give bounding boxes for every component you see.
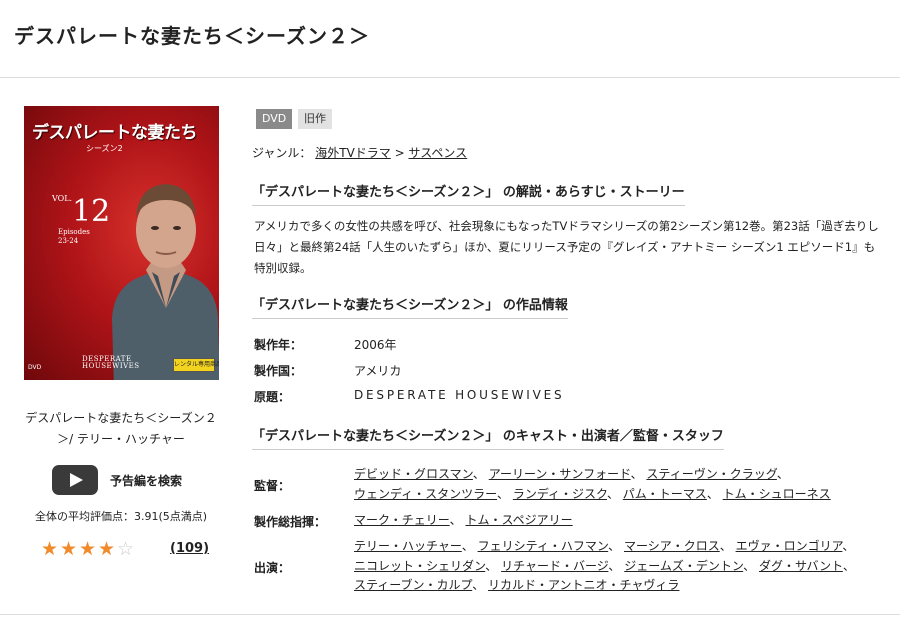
cover-dvd-mark: DVD [28, 364, 42, 371]
country-label: 製作国： [254, 364, 303, 378]
cast-label: 出演： [254, 561, 291, 575]
star-filled-icon: ★ [97, 538, 116, 560]
star-empty-icon: ☆ [116, 538, 135, 560]
staff-name-link[interactable]: フェリシティ・ハフマン [478, 539, 609, 553]
cast-heading: 「デスパレートな妻たち＜シーズン２＞」 のキャスト・出演者／監督・スタッフ [252, 425, 724, 450]
trailer-search-label[interactable]: 予告編を検索 [110, 472, 182, 489]
cover-vol-prefix: VOL. [52, 194, 73, 203]
genre-breadcrumb: ジャンル： 海外TVドラマ > サスペンス [252, 144, 467, 161]
director-label: 監督： [254, 479, 291, 493]
staff-name-link[interactable]: マーク・チェリー [354, 513, 450, 527]
genre-link-secondary[interactable]: サスペンス [409, 146, 468, 160]
synopsis-text: アメリカで多くの女性の共感を呼び、社会現象にもなったTVドラマシリーズの第2シー… [254, 219, 879, 275]
list-separator: 、 [842, 558, 855, 573]
list-separator: 、 [608, 558, 625, 573]
cover-volume: VOL.12 [52, 194, 110, 229]
list-separator: 、 [472, 467, 489, 481]
year-value: 2006年 [354, 338, 397, 352]
staff-name-link[interactable]: リチャード・バージ [501, 559, 608, 573]
original-title-value: DESPERATE HOUSEWIVES [354, 388, 565, 402]
cover-title: デスパレートな妻たち [32, 123, 198, 143]
info-heading: 「デスパレートな妻たち＜シーズン２＞」 の作品情報 [252, 294, 568, 319]
staff-name-link[interactable]: トム・シュローネス [723, 487, 831, 501]
star-filled-icon: ★ [78, 538, 97, 560]
review-count-link[interactable]: (109) [170, 541, 209, 556]
country-value: アメリカ [354, 364, 402, 378]
cover-logo-line2: HOUSEWIVES [82, 362, 140, 370]
list-separator: 、 [719, 539, 736, 553]
staff-name-link[interactable]: ダグ・サバント [759, 559, 843, 573]
trailer-search-button[interactable]: 予告編を検索 [52, 465, 212, 495]
list-separator: 、 [472, 578, 489, 592]
dvd-cover-image[interactable]: デスパレートな妻たち シーズン2 VOL.12 Episodes 23-24 DE… [24, 106, 219, 380]
play-icon[interactable] [52, 465, 98, 495]
staff-name-link[interactable]: トム・スペジアリー [465, 513, 572, 527]
bottom-divider [0, 614, 900, 615]
star-rating: ★ ★ ★ ★ ☆ [40, 538, 135, 560]
staff-name-link[interactable]: ウェンディ・スタンツラー [354, 487, 497, 501]
list-separator: 、 [497, 486, 513, 501]
cover-episodes-label: Episodes [58, 228, 90, 236]
review-count: (109) [170, 541, 209, 556]
list-separator: 、 [743, 558, 759, 573]
staff-name-link[interactable]: デビッド・グロスマン [354, 467, 473, 481]
staff-name-link[interactable]: ニコレット・シェリダン [354, 559, 485, 573]
cover-episodes-range: 23-24 [58, 237, 79, 245]
cover-vol-number: 12 [72, 194, 111, 229]
staff-name-link[interactable]: スティーヴン・クラッグ [646, 467, 776, 481]
original-title-label: 原題： [254, 390, 291, 404]
cover-logo: DESPERATE HOUSEWIVES [82, 356, 140, 370]
list-separator: 、 [461, 539, 478, 553]
old-release-tag: 旧作 [298, 109, 332, 129]
staff-name-link[interactable]: ランディ・ジスク [513, 487, 607, 501]
cover-portrait [112, 184, 219, 380]
staff-name-link[interactable]: パム・トーマス [623, 487, 707, 501]
staff-name-link[interactable]: リカルド・アントニオ・チャヴィラ [488, 578, 679, 592]
dvd-tag: DVD [256, 109, 293, 129]
list-separator: 、 [449, 513, 466, 527]
genre-link-primary[interactable]: 海外TVドラマ [315, 146, 391, 160]
genre-label: ジャンル： [252, 146, 312, 160]
staff-name-link[interactable]: スティーブン・カルプ [354, 578, 472, 592]
producer-list: マーク・チェリー、 トム・スペジアリー [354, 511, 884, 531]
producer-label: 製作総指揮： [254, 515, 327, 529]
list-separator: 、 [606, 486, 623, 501]
cast-list: テリー・ハッチャー、 フェリシティ・ハフマン、 マーシア・クロス、 エヴァ・ロン… [354, 537, 884, 596]
staff-name-link[interactable]: エヴァ・ロンゴリア [736, 539, 843, 553]
year-label: 製作年： [254, 338, 303, 352]
cover-season: シーズン2 [86, 144, 123, 153]
page-title: デスパレートな妻たち＜シーズン２＞ [14, 24, 370, 48]
cover-caption: デスパレートな妻たち＜シーズン２＞/ テリー・ハッチャー [25, 411, 217, 446]
star-filled-icon: ★ [40, 538, 59, 560]
staff-name-link[interactable]: マーシア・クロス [624, 539, 720, 553]
list-separator: 、 [608, 539, 624, 553]
list-separator: 、 [485, 558, 502, 573]
list-separator: 、 [776, 467, 789, 481]
staff-name-link[interactable]: ジェームズ・デントン [624, 559, 743, 573]
cover-episodes: Episodes 23-24 [58, 228, 90, 246]
list-separator: 、 [630, 467, 647, 481]
header: デスパレートな妻たち＜シーズン２＞ [0, 0, 900, 78]
staff-name-link[interactable]: テリー・ハッチャー [354, 539, 462, 553]
genre-separator: > [394, 146, 405, 160]
average-rating-text: 全体の平均評価点：3.91(5点満点) [34, 510, 208, 523]
staff-name-link[interactable]: アーリーン・サンフォード [489, 467, 631, 481]
list-separator: 、 [706, 486, 723, 501]
director-list: デビッド・グロスマン、 アーリーン・サンフォード、 スティーヴン・クラッグ、 ウ… [354, 465, 884, 504]
rental-badge: レンタル専用商品 [173, 358, 219, 372]
synopsis-heading: 「デスパレートな妻たち＜シーズン２＞」 の解説・あらすじ・ストーリー [252, 181, 685, 206]
star-filled-icon: ★ [59, 538, 78, 560]
list-separator: 、 [842, 539, 855, 553]
